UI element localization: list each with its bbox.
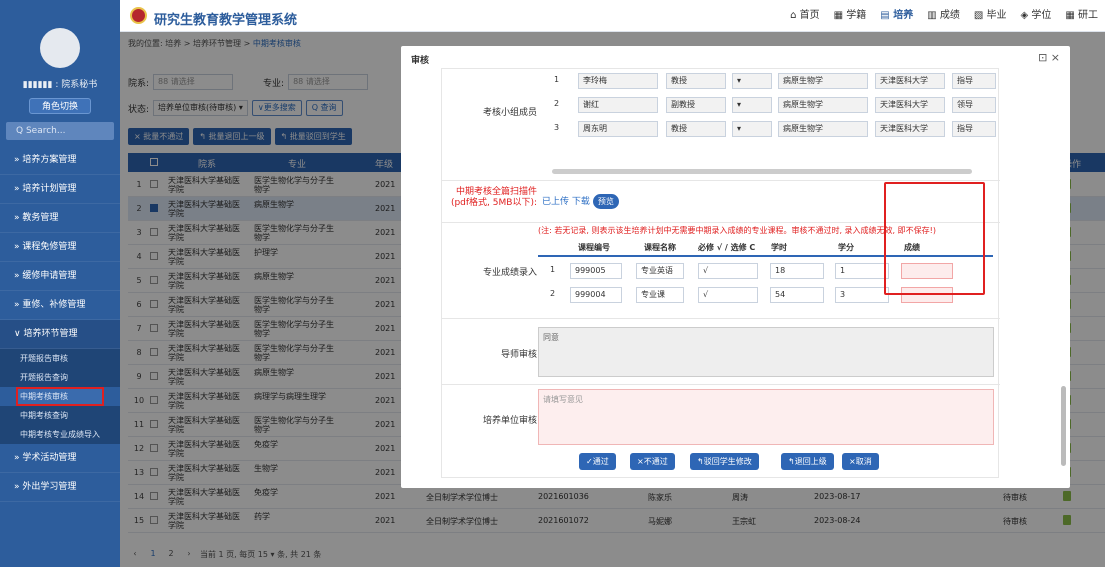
sidebar-menu: » 培养方案管理 » 培养计划管理 » 教务管理 » 课程免修管理 » 缓修申请… <box>0 146 120 502</box>
course-hours-input[interactable]: 18 <box>770 263 824 279</box>
dialog-title: 审核 <box>411 56 430 66</box>
score-col-credit: 学分 <box>838 243 854 252</box>
member-title: 教授 <box>666 121 726 137</box>
member-unit: 天津医科大学 <box>875 97 945 113</box>
menu-item-deferral[interactable]: » 缓修申请管理 <box>0 262 120 291</box>
submenu-proposal-query[interactable]: 开题报告查询 <box>0 368 120 387</box>
top-header: 研究生教育教学管理系统 ⌂ 首页 ▦ 学籍 ▤ 培养 ▥ 成绩 ▧ 毕业 ◈ 学… <box>120 0 1105 32</box>
submenu-midterm-query[interactable]: 中期考核查询 <box>0 406 120 425</box>
member-unit: 天津医科大学 <box>875 73 945 89</box>
panel-members-row: 考核小组成员 1 李玲梅 教授 ▾ 病原生物学 天津医科大学 指导 2 谢红 副教授 ▾ 病原生物学天… <box>442 69 1000 181</box>
member-role: 领导 <box>952 97 996 113</box>
menu-item-exemption[interactable]: » 课程免修管理 <box>0 233 120 262</box>
nav-grades[interactable]: ▥ 成绩 <box>920 0 967 32</box>
nav-degree[interactable]: ◈ 学位 <box>1013 0 1058 32</box>
score-col-name: 课程名称 <box>644 243 676 252</box>
advisor-review-text: 同意 <box>538 327 994 377</box>
member-title-select-icon: ▾ <box>732 73 772 89</box>
course-name-input[interactable]: 专业课 <box>636 287 684 303</box>
highlight-annotation <box>884 182 985 295</box>
member-row: 3 周东明 教授 ▾ 病原生物学 天津医科大学 指导 <box>538 119 998 143</box>
sidebar-search-input[interactable]: Q Search... <box>6 122 114 140</box>
course-credit-input[interactable]: 3 <box>835 287 889 303</box>
university-logo-icon <box>130 7 147 24</box>
course-hours-input[interactable]: 54 <box>770 287 824 303</box>
menu-item-plan[interactable]: » 培养计划管理 <box>0 175 120 204</box>
fail-button[interactable]: ×不通过 <box>630 453 675 470</box>
app-title: 研究生教育教学管理系统 <box>154 13 298 28</box>
advisor-review-label: 导师审核 <box>500 350 537 360</box>
nav-student-affairs[interactable]: ▦ 研工 <box>1058 0 1105 32</box>
role-switch-button[interactable]: 角色切换 <box>29 98 91 114</box>
nav-home[interactable]: ⌂ 首页 <box>783 0 827 32</box>
score-col-hours: 学时 <box>771 243 787 252</box>
nav-enrollment[interactable]: ▦ 学籍 <box>827 0 874 32</box>
menu-item-academic[interactable]: » 教务管理 <box>0 204 120 233</box>
menu-item-activities[interactable]: » 学术活动管理 <box>0 444 120 473</box>
course-name-input[interactable]: 专业英语 <box>636 263 684 279</box>
avatar <box>40 28 80 68</box>
nav-graduation[interactable]: ▧ 毕业 <box>967 0 1014 32</box>
member-name: 周东明 <box>578 121 658 137</box>
member-major: 病原生物学 <box>778 121 868 137</box>
member-major: 病原生物学 <box>778 97 868 113</box>
pass-button[interactable]: ✓通过 <box>579 453 616 470</box>
course-code-input[interactable]: 999004 <box>570 287 622 303</box>
submenu-midterm-import[interactable]: 中期考核专业成绩导入 <box>0 425 120 444</box>
score-entry-label: 专业成绩录入 <box>482 268 537 278</box>
course-no: 1 <box>550 265 556 274</box>
review-dialog: 审核 ⊡ × 考核小组成员 1 李玲梅 教授 ▾ 病原生物学 天津医科大学 指导 2 谢红 副教授… <box>401 46 1070 488</box>
score-col-code: 课程编号 <box>578 243 610 252</box>
preview-button[interactable]: 预览 <box>592 194 619 209</box>
member-no: 3 <box>554 123 560 132</box>
menu-item-training-stage[interactable]: ∨ 培养环节管理 <box>0 320 120 349</box>
menu-item-retake[interactable]: » 重修、补修管理 <box>0 291 120 320</box>
member-major: 病原生物学 <box>778 73 868 89</box>
attachment-actions: 已上传 下载 预览 <box>542 194 619 209</box>
course-required-select[interactable]: √ <box>698 287 758 303</box>
dialog-window-controls[interactable]: ⊡ × <box>1038 51 1060 64</box>
member-no: 1 <box>554 75 560 84</box>
member-role: 指导 <box>952 121 996 137</box>
nav-training[interactable]: ▤ 培养 <box>873 0 920 32</box>
advisor-review-row: 导师审核 同意 <box>442 319 1000 385</box>
dialog-scrollbar[interactable] <box>1061 386 1066 466</box>
member-role: 指导 <box>952 73 996 89</box>
member-title: 教授 <box>666 73 726 89</box>
course-required-select[interactable]: √ <box>698 263 758 279</box>
course-credit-input[interactable]: 1 <box>835 263 889 279</box>
sidebar: ▮▮▮▮▮▮ : 院系秘书 角色切换 Q Search... » 培养方案管理 … <box>0 0 120 567</box>
panel-members-label: 考核小组成员 <box>482 108 537 118</box>
menu-item-outside-study[interactable]: » 外出学习管理 <box>0 473 120 502</box>
member-name: 谢红 <box>578 97 658 113</box>
unit-review-label: 培养单位审核 <box>482 416 537 426</box>
course-no: 2 <box>550 289 556 298</box>
members-scrollbar[interactable] <box>552 169 972 174</box>
score-note: (注: 若无记录, 则表示该生培养计划中无需要中期录入成绩的专业课程。审核不通过… <box>538 226 936 235</box>
download-link[interactable]: 已上传 下载 <box>542 197 590 207</box>
member-title-select-icon: ▾ <box>732 97 772 113</box>
course-code-input[interactable]: 999005 <box>570 263 622 279</box>
score-col-required: 必修 √ / 选修 C <box>698 243 756 252</box>
member-title-select-icon: ▾ <box>732 121 772 137</box>
submenu-midterm-review[interactable]: 中期考核审核 <box>16 387 104 406</box>
reject-to-student-button[interactable]: ↰驳回学生修改 <box>690 453 759 470</box>
user-name: ▮▮▮▮▮▮ : 院系秘书 <box>22 80 98 90</box>
unit-review-textarea[interactable]: 请填写意见 <box>538 389 994 445</box>
cancel-button[interactable]: ×取消 <box>842 453 879 470</box>
member-unit: 天津医科大学 <box>875 121 945 137</box>
member-title: 副教授 <box>666 97 726 113</box>
member-row: 1 李玲梅 教授 ▾ 病原生物学 天津医科大学 指导 <box>538 71 998 95</box>
attachment-label: 中期考核全篇扫描件 (pdf格式, 5MB以下): <box>450 187 537 208</box>
menu-item-plan-scheme[interactable]: » 培养方案管理 <box>0 146 120 175</box>
member-no: 2 <box>554 99 560 108</box>
unit-review-row: 培养单位审核 请填写意见 <box>442 385 1000 451</box>
member-row: 2 谢红 副教授 ▾ 病原生物学 天津医科大学 领导 <box>538 95 998 119</box>
submenu-proposal-review[interactable]: 开题报告审核 <box>0 349 120 368</box>
member-name: 李玲梅 <box>578 73 658 89</box>
top-nav: ⌂ 首页 ▦ 学籍 ▤ 培养 ▥ 成绩 ▧ 毕业 ◈ 学位 ▦ 研工 <box>783 0 1105 32</box>
return-up-button[interactable]: ↰退回上级 <box>781 453 834 470</box>
